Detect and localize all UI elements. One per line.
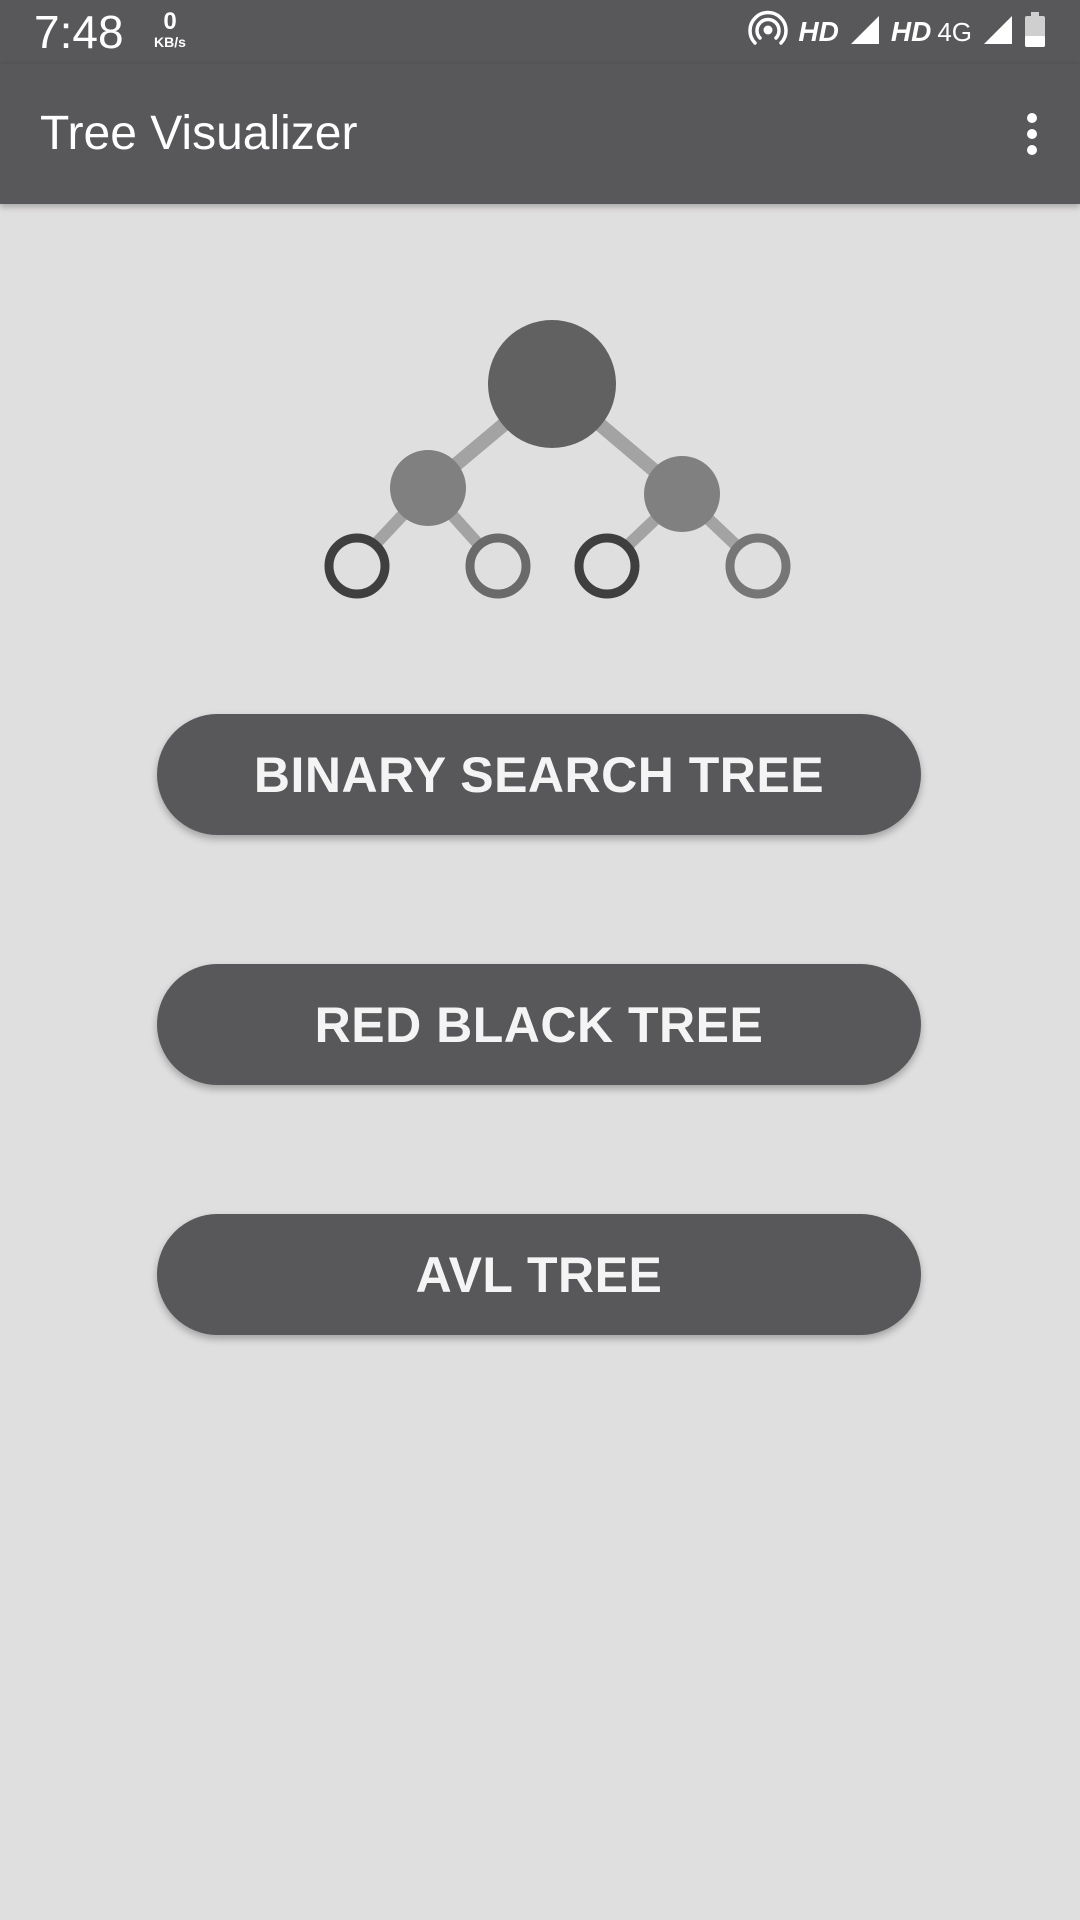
battery-icon — [1024, 11, 1046, 53]
network-type-label: 4G — [937, 16, 972, 47]
network-speed-unit: KB/s — [154, 34, 186, 50]
hd-label: HD — [890, 16, 932, 47]
binary-search-tree-button[interactable]: BINARY SEARCH TREE — [157, 714, 921, 835]
signal-icon — [982, 14, 1014, 51]
status-icons: HD HD 4G — [748, 10, 1046, 55]
app-title: Tree Visualizer — [40, 107, 358, 160]
hotspot-icon — [748, 10, 789, 55]
screen: 7:48 0 KB/s HD HD 4G Tree Visualizer BIN… — [0, 0, 1080, 1920]
avl-tree-button[interactable]: AVL TREE — [157, 1214, 921, 1335]
status-time: 7:48 — [34, 6, 124, 58]
red-black-tree-button[interactable]: RED BLACK TREE — [157, 964, 921, 1085]
status-bar: 7:48 0 KB/s HD HD 4G — [0, 0, 1080, 64]
more-vert-icon — [1027, 113, 1037, 155]
binary-tree-icon — [324, 320, 791, 599]
network-speed: 0 KB/s — [148, 8, 192, 51]
app-bar: Tree Visualizer — [0, 64, 1080, 204]
signal-icon — [849, 14, 881, 51]
more-options-button[interactable] — [1010, 104, 1054, 164]
network-speed-value: 0 — [163, 8, 177, 35]
hd-label: HD — [798, 16, 839, 47]
